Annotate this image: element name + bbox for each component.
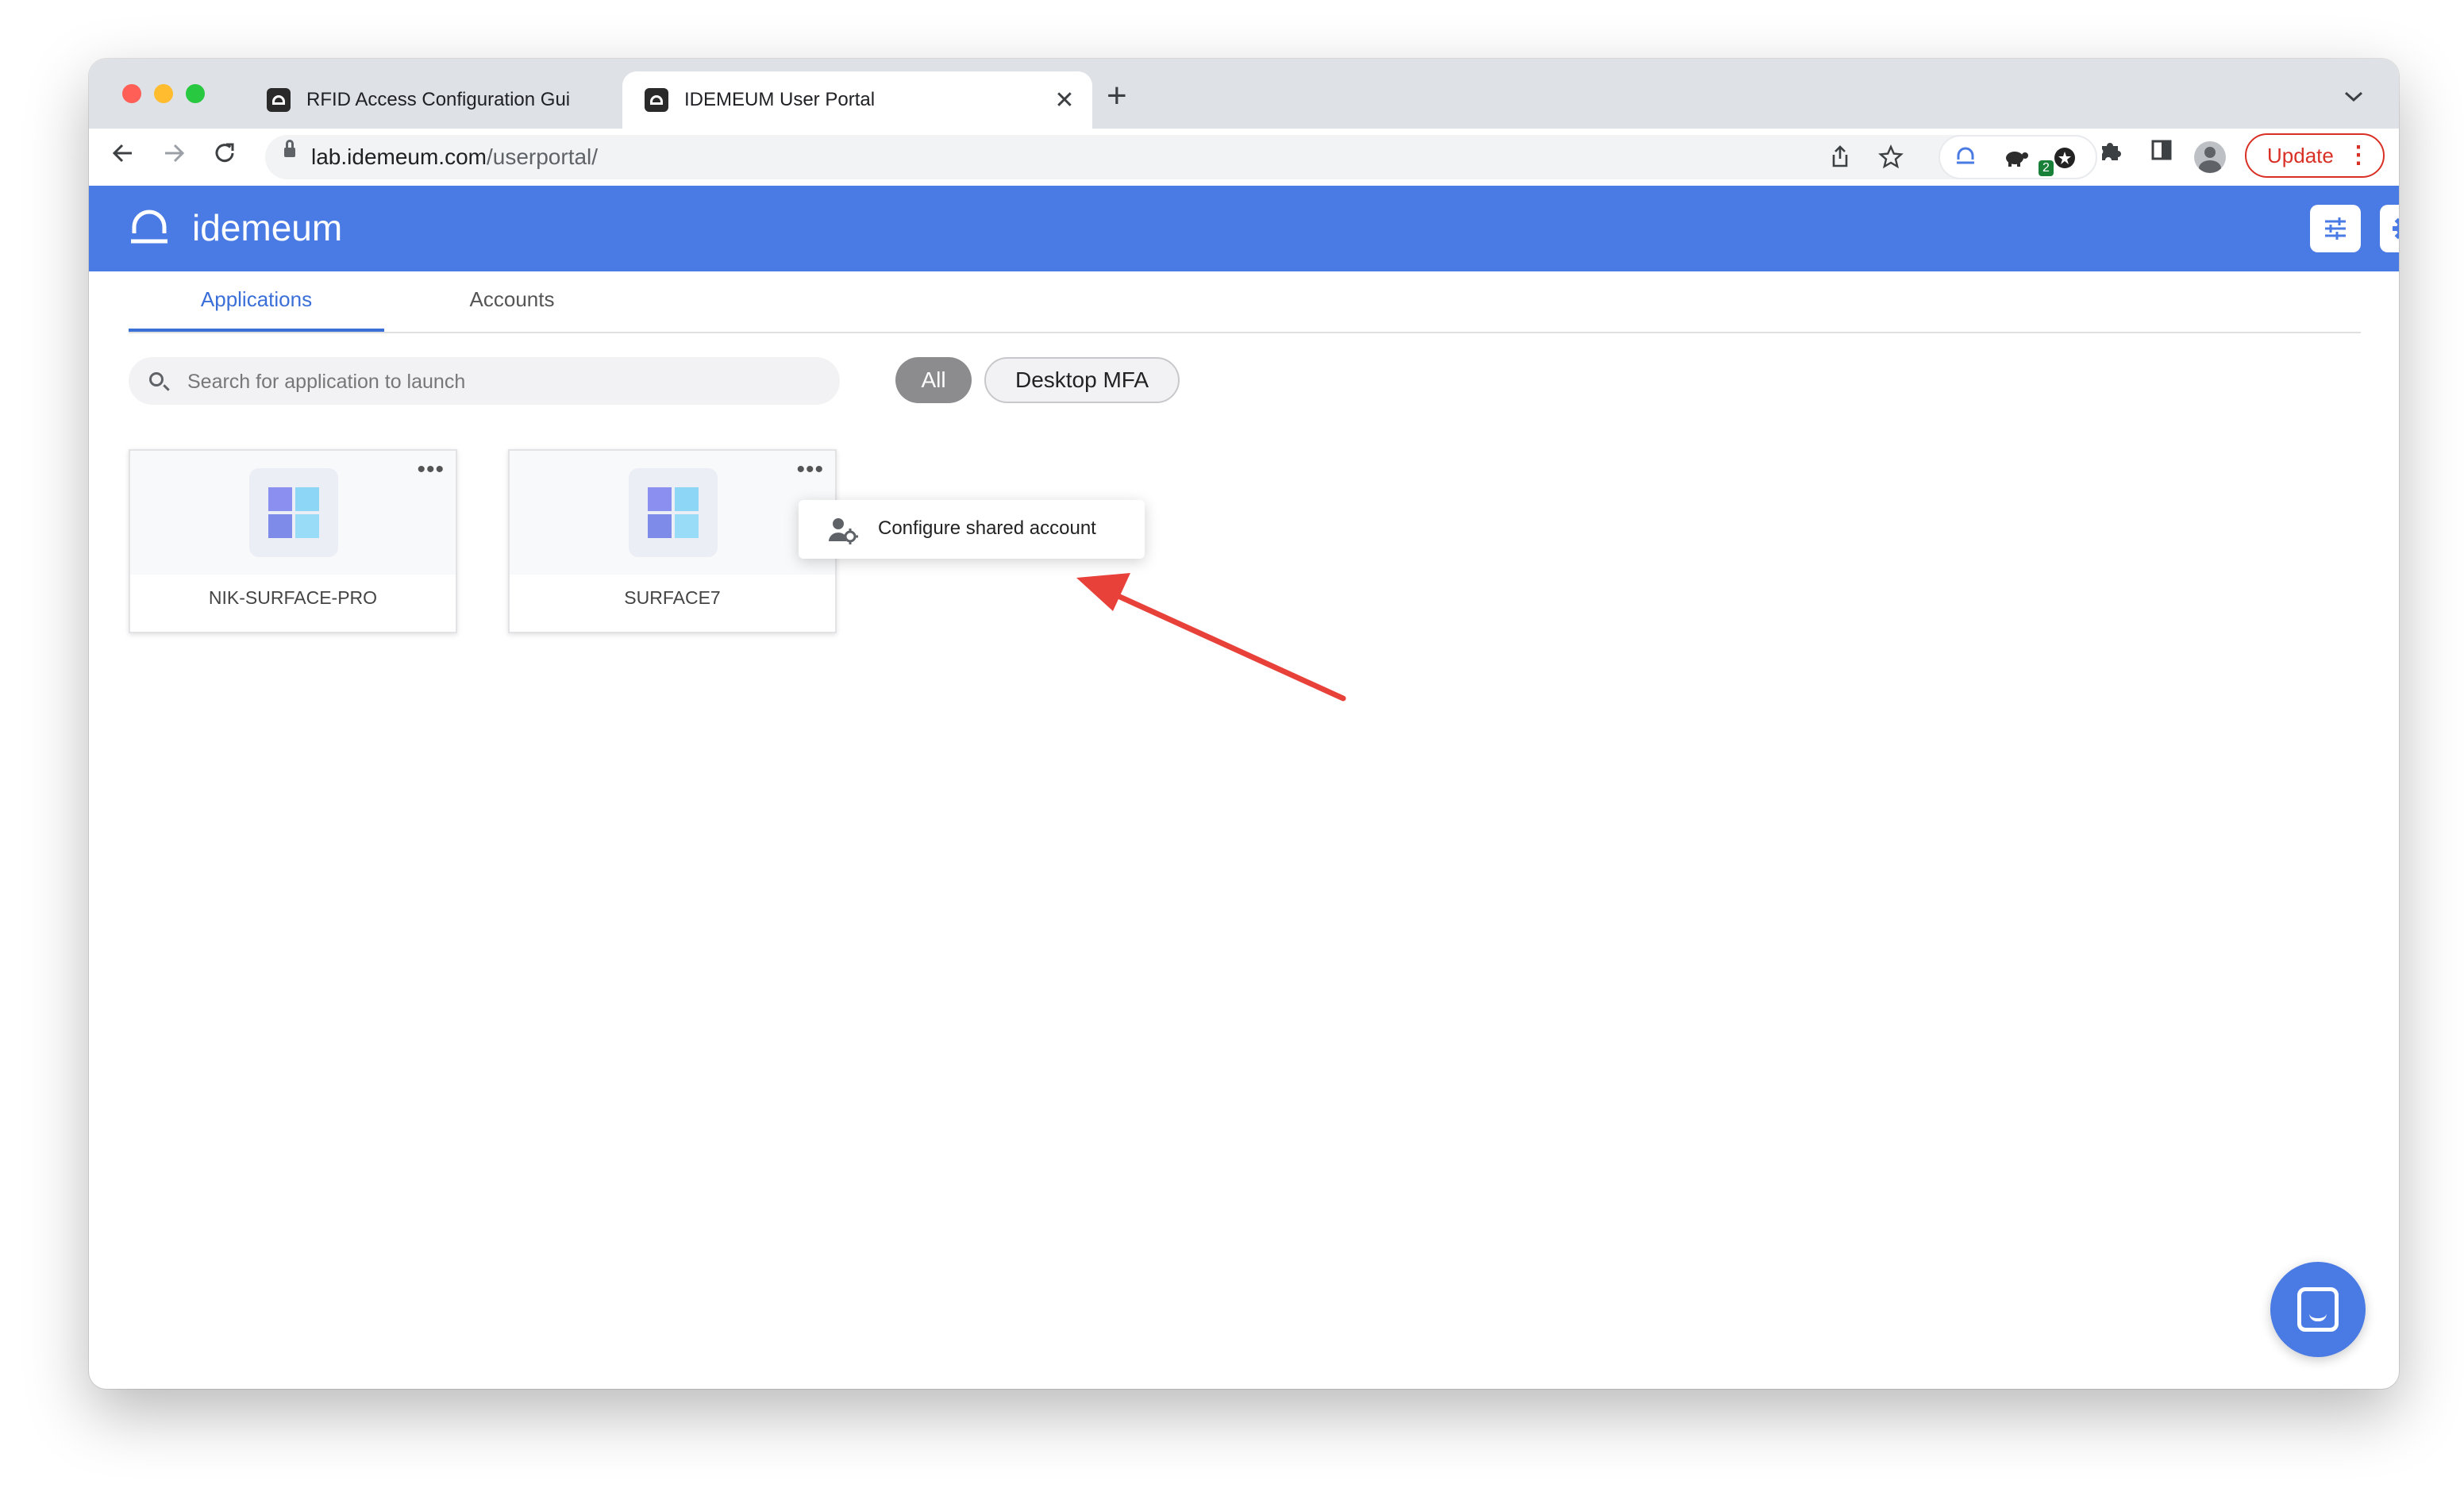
forward-icon[interactable]: [160, 140, 187, 174]
more-vert-icon[interactable]: ⋮: [2347, 143, 2370, 168]
browser-tab-user-portal[interactable]: IDEMEUM User Portal ✕: [622, 71, 1092, 129]
settings-button[interactable]: [2380, 205, 2399, 252]
chat-bubble-icon: [2297, 1287, 2339, 1332]
extension-group: [1938, 135, 2097, 179]
search-input[interactable]: [186, 357, 824, 406]
menu-item-label: Configure shared account: [878, 517, 1096, 539]
puzzle-extensions-icon[interactable]: [2097, 138, 2123, 169]
tune-button[interactable]: [2310, 205, 2361, 252]
back-icon[interactable]: [110, 140, 137, 174]
filter-chip-all[interactable]: All: [895, 357, 972, 403]
card-header: [130, 451, 456, 575]
tab-accounts[interactable]: Accounts: [384, 271, 640, 332]
update-label: Update: [2267, 143, 2334, 167]
brand-name: idemeum: [192, 207, 343, 248]
minimize-window-button[interactable]: [154, 84, 173, 103]
url-text[interactable]: lab.idemeum.com/userportal/: [311, 144, 598, 170]
card-header: [510, 451, 835, 575]
extension-badge-count: 2: [2039, 160, 2054, 176]
card-title: SURFACE7: [624, 587, 721, 608]
user-gear-icon: [827, 516, 859, 544]
tune-icon: [2325, 217, 2346, 240]
application-search: [129, 357, 840, 406]
browser-toolbar: lab.idemeum.com/userportal/ 2 Update ⋮: [89, 129, 2399, 186]
card-context-menu: Configure shared account: [799, 500, 1145, 559]
card-icon-container: [629, 468, 718, 557]
application-card[interactable]: ••• SURFACE7: [508, 449, 837, 633]
turtle-extension-icon[interactable]: [2004, 146, 2029, 174]
card-more-icon[interactable]: •••: [417, 458, 445, 482]
idemeum-favicon-icon: [645, 88, 668, 112]
tab-strip: RFID Access Configuration Gui ✕ IDEMEUM …: [89, 59, 2399, 129]
card-more-icon[interactable]: •••: [796, 458, 824, 482]
lock-icon[interactable]: [284, 140, 295, 157]
search-icon: [149, 372, 164, 386]
bookmark-star-icon[interactable]: [1878, 144, 1904, 175]
profile-avatar-icon[interactable]: [2194, 141, 2226, 173]
portal-tabs: Applications Accounts: [129, 271, 2361, 333]
side-panel-icon[interactable]: [2150, 138, 2173, 167]
application-card[interactable]: ••• NIK-SURFACE-PRO: [129, 449, 457, 633]
tab-search-chevron-icon[interactable]: [2343, 84, 2364, 109]
card-title: NIK-SURFACE-PRO: [208, 587, 378, 608]
idemeum-favicon-icon: [267, 88, 291, 112]
idemeum-logo-icon: [129, 210, 170, 248]
filter-chip-desktop-mfa[interactable]: Desktop MFA: [984, 357, 1180, 403]
idemeum-extension-icon[interactable]: [1954, 146, 1977, 172]
card-icon-container: [249, 468, 338, 557]
tab-title: IDEMEUM User Portal: [684, 89, 876, 110]
share-icon[interactable]: [1829, 144, 1851, 174]
new-tab-button[interactable]: +: [1107, 76, 1127, 116]
chat-launcher-button[interactable]: [2270, 1262, 2366, 1357]
windows-logo-icon: [648, 487, 699, 538]
browser-window: RFID Access Configuration Gui ✕ IDEMEUM …: [89, 59, 2399, 1389]
tab-title: RFID Access Configuration Gui: [306, 89, 571, 110]
address-bar[interactable]: lab.idemeum.com/userportal/: [265, 135, 1996, 179]
update-browser-button[interactable]: Update ⋮: [2245, 133, 2385, 178]
zoom-window-button[interactable]: [186, 84, 205, 103]
close-window-button[interactable]: [122, 84, 141, 103]
settings-gear-icon: [2393, 217, 2399, 240]
reload-icon[interactable]: [211, 140, 238, 174]
tab-applications[interactable]: Applications: [129, 271, 384, 332]
app-header: idemeum: [89, 186, 2399, 271]
close-tab-icon[interactable]: ✕: [1053, 87, 1076, 114]
windows-logo-icon: [268, 487, 319, 538]
badge-extension-icon[interactable]: [2053, 146, 2077, 175]
